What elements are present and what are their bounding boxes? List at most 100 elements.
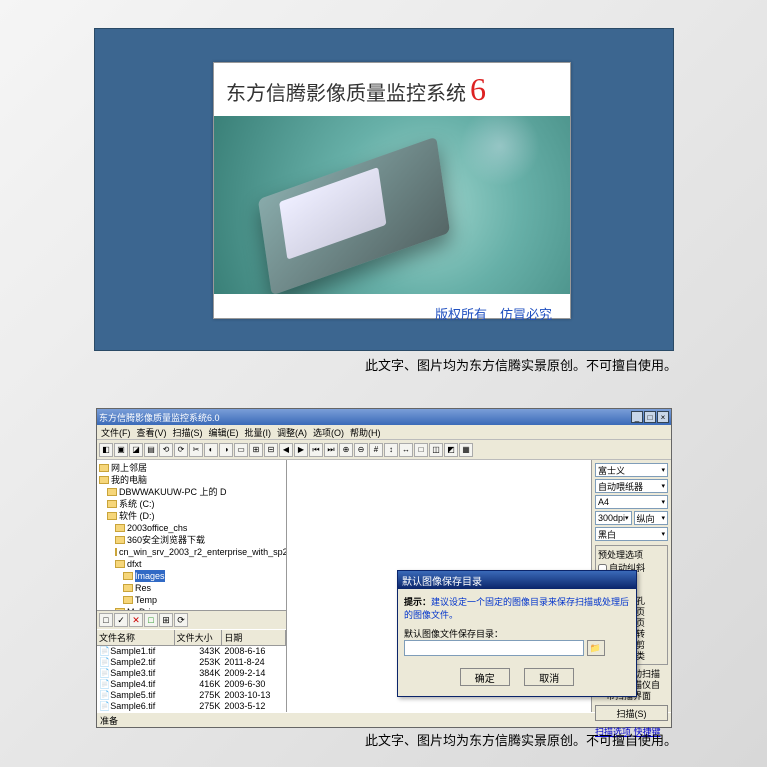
tree-node[interactable]: 软件 (D:) — [99, 510, 284, 522]
menu-adjust[interactable]: 调整(A) — [277, 426, 307, 438]
list-tool-icon[interactable]: ⟳ — [174, 613, 188, 627]
splash-title: 东方信腾影像质量监控系统 6 — [214, 63, 570, 116]
dialog-field-label: 默认图像文件保存目录： — [404, 627, 630, 640]
tool-icon[interactable]: ↕ — [384, 443, 398, 457]
app-window: 东方信腾影像质量监控系统6.0 _ □ × 文件(F) 查看(V) 扫描(S) … — [96, 408, 672, 728]
tree-node[interactable]: 2003office_chs — [99, 522, 284, 534]
tree-node[interactable]: cn_win_srv_2003_r2_enterprise_with_sp2 — [99, 546, 284, 558]
list-item[interactable]: 📄Sample2.tif253K2011-8-24 — [97, 657, 286, 668]
list-item[interactable]: 📄Sample4.tif416K2009-6-30 — [97, 679, 286, 690]
dialog-hint: 提示：建议设定一个固定的图像目录来保存扫描或处理后的图像文件。 — [404, 595, 630, 621]
list-item[interactable]: 📄Sample6.tif275K2003-5-12 — [97, 701, 286, 712]
tool-icon[interactable]: ⊞ — [249, 443, 263, 457]
tool-icon[interactable]: ◐ — [204, 443, 218, 457]
tool-icon[interactable]: ⏭ — [324, 443, 338, 457]
tool-icon[interactable]: ▣ — [114, 443, 128, 457]
tool-icon[interactable]: # — [369, 443, 383, 457]
tree-node[interactable]: DBWWAKUUW-PC 上的 D — [99, 486, 284, 498]
folder-tree[interactable]: 网上邻居我的电脑DBWWAKUUW-PC 上的 D系统 (C:)软件 (D:)2… — [97, 460, 286, 610]
close-button[interactable]: × — [657, 411, 669, 423]
tool-icon[interactable]: ◪ — [129, 443, 143, 457]
list-tool-icon[interactable]: ⊞ — [159, 613, 173, 627]
tree-node[interactable]: 网上邻居 — [99, 462, 284, 474]
tree-node[interactable]: 我的电脑 — [99, 474, 284, 486]
menu-view[interactable]: 查看(V) — [137, 426, 167, 438]
splash-copyright: 版权所有 仿冒必究 — [214, 294, 570, 333]
tool-icon[interactable]: ◩ — [444, 443, 458, 457]
tree-node[interactable]: Temp — [99, 594, 284, 606]
tool-icon[interactable]: ◀ — [279, 443, 293, 457]
cancel-button[interactable]: 取消 — [524, 668, 574, 686]
tool-icon[interactable]: ⊕ — [339, 443, 353, 457]
file-list[interactable]: 📄Sample1.tif343K2008-6-16📄Sample2.tif253… — [97, 646, 286, 712]
left-pane: 网上邻居我的电脑DBWWAKUUW-PC 上的 D系统 (C:)软件 (D:)2… — [97, 460, 287, 712]
orient-select[interactable]: 纵向▾ — [634, 511, 668, 525]
list-item[interactable]: 📄Sample1.tif343K2008-6-16 — [97, 646, 286, 657]
menu-bar: 文件(F) 查看(V) 扫描(S) 编辑(E) 批量(I) 调整(A) 选项(O… — [97, 425, 671, 440]
watermark-bottom: 此文字、图片均为东方信腾实景原创。不可擅自使用。 — [365, 730, 677, 749]
scan-button[interactable]: 扫描(S) — [595, 705, 668, 721]
tool-icon[interactable]: ⟳ — [174, 443, 188, 457]
list-tool-icon[interactable]: ✕ — [129, 613, 143, 627]
splash-image — [214, 116, 570, 294]
dir-path-input[interactable] — [404, 640, 584, 656]
dialog-title[interactable]: 默认图像保存目录 — [398, 571, 636, 589]
scanner-select[interactable]: 富士义▾ — [595, 463, 668, 477]
tool-icon[interactable]: ⊖ — [354, 443, 368, 457]
col-date[interactable]: 日期 — [222, 630, 286, 645]
list-item[interactable]: 📄Sample5.tif275K2003-10-13 — [97, 690, 286, 701]
tool-icon[interactable]: ▦ — [459, 443, 473, 457]
list-tool-icon[interactable]: □ — [144, 613, 158, 627]
title-text: 东方信腾影像质量监控系统6.0 — [99, 411, 220, 424]
menu-scan[interactable]: 扫描(S) — [173, 426, 203, 438]
menu-edit[interactable]: 编辑(E) — [209, 426, 239, 438]
tool-icon[interactable]: ◧ — [99, 443, 113, 457]
tool-icon[interactable]: □ — [414, 443, 428, 457]
tool-icon[interactable]: ◫ — [429, 443, 443, 457]
list-header: 文件名称 文件大小 日期 — [97, 629, 286, 646]
tool-icon[interactable]: ▶ — [294, 443, 308, 457]
splash-window: 东方信腾影像质量监控系统 6 版权所有 仿冒必究 — [213, 62, 571, 319]
menu-file[interactable]: 文件(F) — [101, 426, 131, 438]
col-size[interactable]: 文件大小 — [175, 630, 223, 645]
tool-icon[interactable]: ✂ — [189, 443, 203, 457]
status-bar: 准备 — [97, 712, 671, 727]
ok-button[interactable]: 确定 — [460, 668, 510, 686]
dpi-select[interactable]: 300dpi▾ — [595, 511, 632, 525]
maximize-button[interactable]: □ — [644, 411, 656, 423]
menu-help[interactable]: 帮助(H) — [350, 426, 381, 438]
app-name: 东方信腾影像质量监控系统 — [226, 77, 466, 106]
tool-icon[interactable]: ▭ — [234, 443, 248, 457]
feeder-select[interactable]: 自动喂纸器▾ — [595, 479, 668, 493]
tool-icon[interactable]: ⏮ — [309, 443, 323, 457]
papersize-select[interactable]: A4▾ — [595, 495, 668, 509]
hand-graphic — [460, 116, 540, 186]
tree-node[interactable]: dfxt — [99, 558, 284, 570]
list-tool-icon[interactable]: □ — [99, 613, 113, 627]
list-item[interactable]: 📄Sample3.tif384K2009-2-14 — [97, 668, 286, 679]
watermark-top: 此文字、图片均为东方信腾实景原创。不可擅自使用。 — [365, 355, 677, 374]
tool-icon[interactable]: ↔ — [399, 443, 413, 457]
tool-icon[interactable]: ⊟ — [264, 443, 278, 457]
title-bar[interactable]: 东方信腾影像质量监控系统6.0 _ □ × — [97, 409, 671, 425]
menu-options[interactable]: 选项(O) — [313, 426, 344, 438]
app-version: 6 — [470, 71, 486, 108]
tree-node[interactable]: 系统 (C:) — [99, 498, 284, 510]
col-filename[interactable]: 文件名称 — [97, 630, 175, 645]
list-tool-icon[interactable]: ✓ — [114, 613, 128, 627]
color-select[interactable]: 黑白▾ — [595, 527, 668, 541]
tree-node[interactable]: 360安全浏览器下载 — [99, 534, 284, 546]
toolbar: ◧▣◪▤⟲⟳✂◐◑▭⊞⊟◀▶⏮⏭⊕⊖#↕↔□◫◩▦ — [97, 440, 671, 460]
tool-icon[interactable]: ◑ — [219, 443, 233, 457]
group-label: 预处理选项 — [598, 548, 665, 561]
tool-icon[interactable]: ▤ — [144, 443, 158, 457]
browse-button[interactable]: 📁 — [587, 640, 605, 656]
menu-batch[interactable]: 批量(I) — [245, 426, 272, 438]
tree-node[interactable]: Images — [99, 570, 284, 582]
image-viewport[interactable]: 默认图像保存目录 提示：建议设定一个固定的图像目录来保存扫描或处理后的图像文件。… — [287, 460, 591, 712]
scanner-graphic — [258, 136, 450, 294]
minimize-button[interactable]: _ — [631, 411, 643, 423]
list-toolbar: □ ✓ ✕ □ ⊞ ⟳ — [97, 611, 286, 629]
tree-node[interactable]: Res — [99, 582, 284, 594]
tool-icon[interactable]: ⟲ — [159, 443, 173, 457]
